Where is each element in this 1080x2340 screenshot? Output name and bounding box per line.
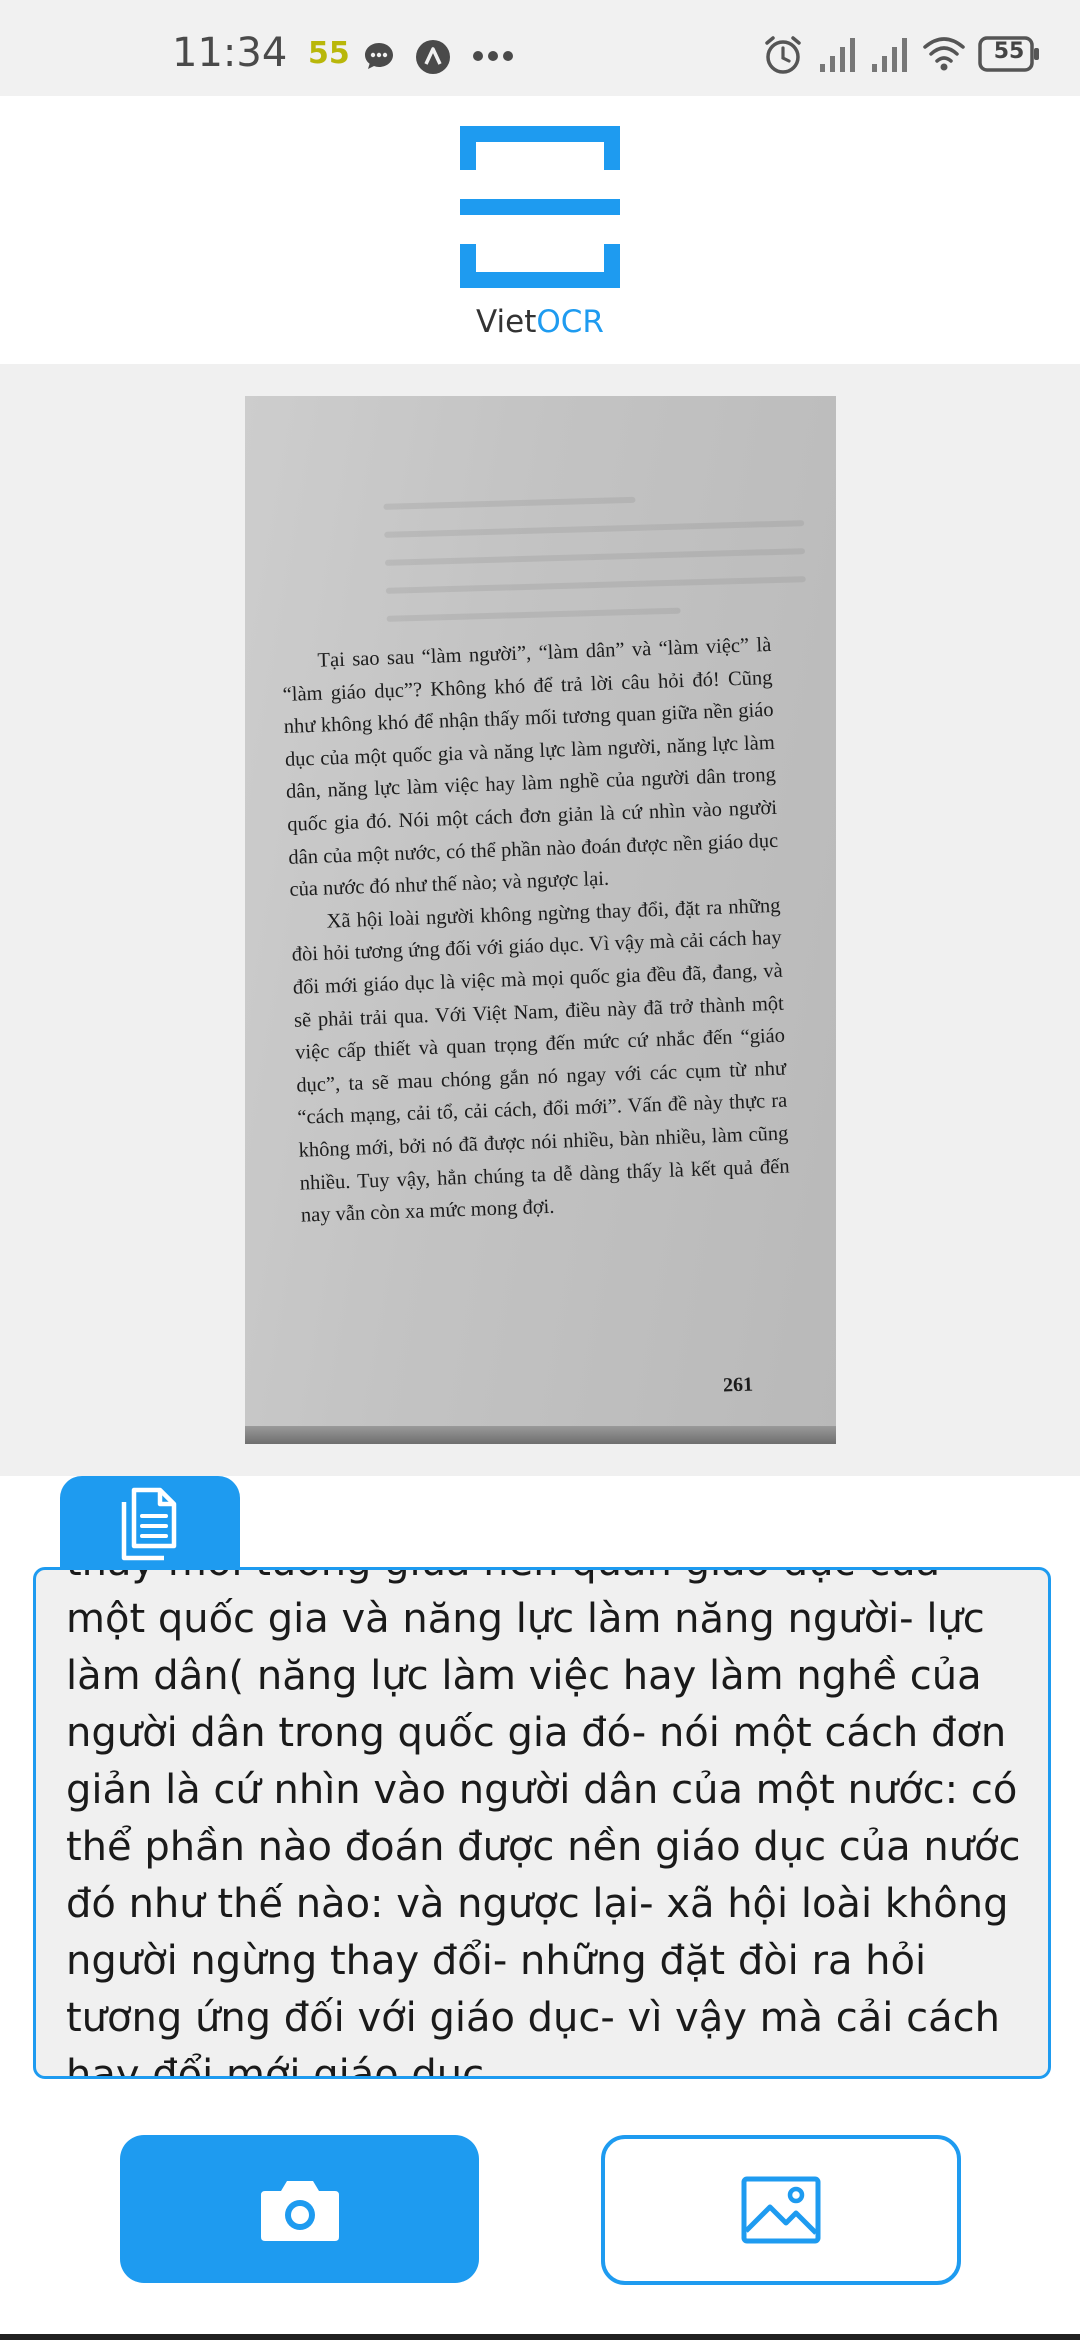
- captured-photo[interactable]: Tại sao sau “làm người”, “làm dân” và “l…: [245, 396, 836, 1444]
- notification-count: 55: [308, 36, 350, 71]
- image-icon: [741, 2176, 821, 2244]
- image-preview-area: Tại sao sau “làm người”, “làm dân” và “l…: [0, 364, 1080, 1476]
- app-header: VietOCR: [0, 96, 1080, 364]
- chat-bubble-icon: [365, 43, 393, 69]
- signal-icon: [872, 38, 907, 72]
- ocr-result-text[interactable]: thấy mối tương giữa nền quan giáo dục củ…: [66, 1570, 1026, 2076]
- photo-edge-shadow: [245, 1426, 836, 1444]
- more-dots-icon: [473, 51, 513, 61]
- photo-page-number: 261: [722, 1373, 754, 1397]
- bleed-through-text: [383, 470, 807, 644]
- camera-button[interactable]: [120, 2135, 479, 2283]
- alarm-icon: [765, 36, 801, 74]
- photo-paragraph: Xã hội loài người không ngừng thay đổi, …: [291, 894, 790, 1227]
- screen: 11:34 55 55 VietOCR Tại sao sau “làm ngư…: [0, 0, 1080, 2340]
- scan-frame-icon: [460, 126, 620, 288]
- app-name: VietOCR: [0, 304, 1080, 340]
- ocr-result-box[interactable]: thấy mối tương giữa nền quan giáo dục củ…: [33, 1567, 1051, 2079]
- photo-page-text: Tại sao sau “làm người”, “làm dân” và “l…: [281, 629, 791, 1232]
- status-time: 11:34: [172, 30, 288, 76]
- document-icon: [121, 1487, 177, 1561]
- photo-paragraph: Tại sao sau “làm người”, “làm dân” và “l…: [282, 633, 779, 902]
- signal-icon: [820, 38, 855, 72]
- camera-icon: [261, 2181, 339, 2241]
- a-circle-icon: [416, 40, 450, 74]
- gallery-button[interactable]: [601, 2135, 961, 2285]
- navigation-bar: [0, 2334, 1080, 2340]
- battery-level: 55: [993, 39, 1025, 64]
- status-bar: 11:34 55 55: [0, 0, 1080, 96]
- wifi-icon: [923, 37, 965, 71]
- document-tab[interactable]: [60, 1476, 240, 1572]
- app-name-prefix: Viet: [476, 304, 537, 340]
- app-name-suffix: OCR: [536, 304, 604, 340]
